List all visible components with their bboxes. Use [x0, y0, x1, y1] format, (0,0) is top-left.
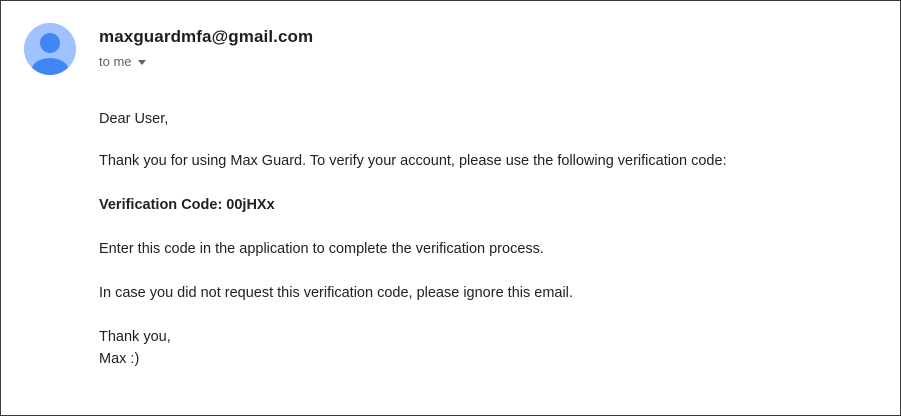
email-message-view: maxguardmfa@gmail.com to me Dear User, T…	[0, 0, 901, 416]
caret-down-icon	[137, 59, 146, 65]
greeting-text: Dear User,	[99, 111, 169, 127]
body-paragraph-ignore-notice: In case you did not request this verific…	[99, 285, 573, 301]
recipient-label: to me	[99, 54, 132, 69]
person-avatar-icon	[24, 23, 76, 75]
closing-signature: Max :)	[99, 351, 140, 367]
closing-thanks: Thank you,	[99, 329, 171, 345]
body-paragraph-intro: Thank you for using Max Guard. To verify…	[99, 153, 727, 169]
body-paragraph-instructions: Enter this code in the application to co…	[99, 241, 544, 257]
recipient-dropdown[interactable]: to me	[99, 54, 146, 69]
sender-avatar-icon[interactable]	[24, 23, 76, 75]
sender-email[interactable]: maxguardmfa@gmail.com	[99, 27, 313, 47]
verification-code-line: Verification Code: 00jHXx	[99, 197, 275, 213]
